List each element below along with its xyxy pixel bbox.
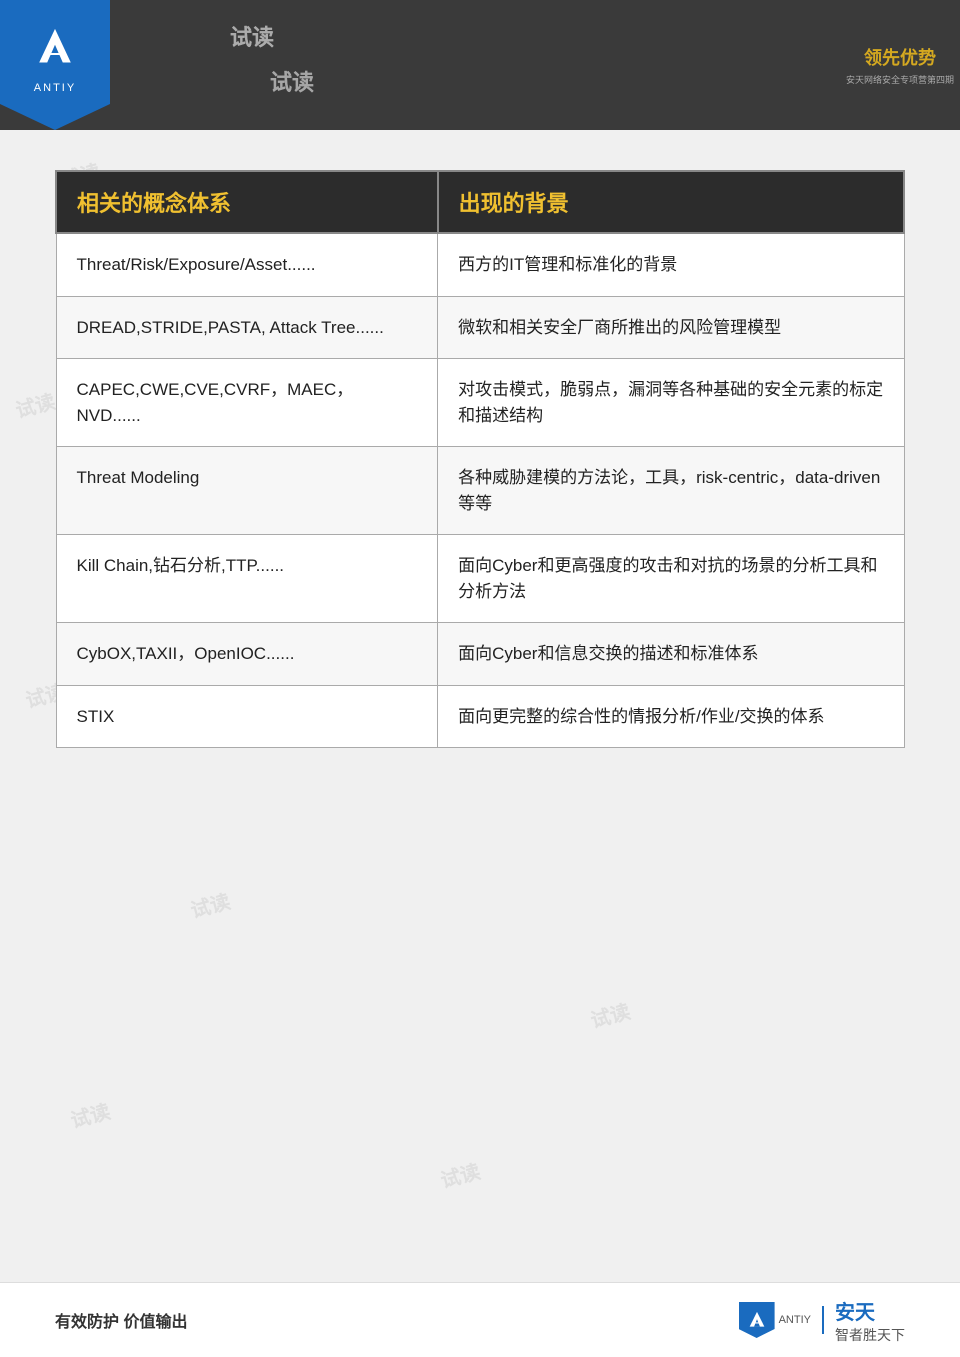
table-cell-concept: STIX xyxy=(56,685,438,748)
header-wm-10: 试读 xyxy=(270,65,314,97)
pwm-10: 试读 xyxy=(587,995,633,1033)
header-brand-top: 领先优势 xyxy=(846,44,954,70)
footer-tagline: 智者胜天下 xyxy=(835,1325,905,1345)
footer-left-text: 有效防护 价值输出 xyxy=(55,1308,187,1332)
header-wm-2: 试读 xyxy=(230,20,274,52)
pwm-11: 试读 xyxy=(67,1095,113,1133)
header-wm-4: 试读 xyxy=(230,20,274,52)
header-wm-8: 试读 xyxy=(270,65,314,97)
logo-icon xyxy=(30,22,80,78)
footer-brand: ANTIY xyxy=(779,1314,811,1326)
table-row: DREAD,STRIDE,PASTA, Attack Tree......微软和… xyxy=(56,296,904,359)
concepts-table: 相关的概念体系 出现的背景 Threat/Risk/Exposure/Asset… xyxy=(55,170,905,748)
table-row: Threat Modeling各种威胁建模的方法论，工具，risk-centri… xyxy=(56,447,904,535)
col1-header: 相关的概念体系 xyxy=(56,171,438,233)
header-wm-11: 试读 xyxy=(270,65,314,97)
table-cell-background: 对攻击模式，脆弱点，漏洞等各种基础的安全元素的标定和描述结构 xyxy=(438,359,904,447)
footer-logo: ANTIY xyxy=(739,1302,811,1338)
header-wm-3: 试读 xyxy=(230,20,274,52)
table-row: Threat/Risk/Exposure/Asset......西方的IT管理和… xyxy=(56,233,904,296)
table-cell-concept: Threat/Risk/Exposure/Asset...... xyxy=(56,233,438,296)
footer-right: ANTIY 安天 智者胜天下 xyxy=(739,1296,905,1345)
header-brand: 领先优势 安天网络安全专项营第四期 xyxy=(840,0,960,130)
main-content: 相关的概念体系 出现的背景 Threat/Risk/Exposure/Asset… xyxy=(0,130,960,768)
footer-logo-icon xyxy=(739,1302,775,1338)
pwm-12: 试读 xyxy=(437,1155,483,1193)
header-brand-bottom: 安天网络安全专项营第四期 xyxy=(846,73,954,86)
footer-divider xyxy=(822,1306,824,1334)
header-watermarks: 试读 试读 试读 试读 试读 试读 试读 试读 试读 试读 试读 xyxy=(110,0,840,130)
table-cell-background: 面向Cyber和信息交换的描述和标准体系 xyxy=(438,623,904,686)
header: ANTIY 试读 试读 试读 试读 试读 试读 试读 试读 试读 试读 试读 领… xyxy=(0,0,960,130)
table-cell-background: 西方的IT管理和标准化的背景 xyxy=(438,233,904,296)
footer: 有效防护 价值输出 ANTIY 安天 智者胜天下 xyxy=(0,1282,960,1357)
table-row: CybOX,TAXII，OpenIOC......面向Cyber和信息交换的描述… xyxy=(56,623,904,686)
table-cell-concept: CybOX,TAXII，OpenIOC...... xyxy=(56,623,438,686)
header-wm-9: 试读 xyxy=(270,65,314,97)
table-cell-background: 面向Cyber和更高强度的攻击和对抗的场景的分析工具和分析方法 xyxy=(438,535,904,623)
header-wm-6: 试读 xyxy=(230,20,274,52)
logo-text: ANTIY xyxy=(34,82,76,94)
logo: ANTIY xyxy=(0,0,110,130)
col2-header: 出现的背景 xyxy=(438,171,904,233)
table-row: Kill Chain,钻石分析,TTP......面向Cyber和更高强度的攻击… xyxy=(56,535,904,623)
table-row: CAPEC,CWE,CVE,CVRF，MAEC，NVD......对攻击模式，脆… xyxy=(56,359,904,447)
table-cell-background: 微软和相关安全厂商所推出的风险管理模型 xyxy=(438,296,904,359)
table-cell-concept: DREAD,STRIDE,PASTA, Attack Tree...... xyxy=(56,296,438,359)
footer-logo-text: 安天 xyxy=(835,1296,875,1325)
pwm-9: 试读 xyxy=(187,885,233,923)
table-row: STIX面向更完整的综合性的情报分析/作业/交换的体系 xyxy=(56,685,904,748)
table-cell-concept: Kill Chain,钻石分析,TTP...... xyxy=(56,535,438,623)
table-cell-background: 各种威胁建模的方法论，工具，risk-centric，data-driven等等 xyxy=(438,447,904,535)
header-wm-5: 试读 xyxy=(230,20,274,52)
table-cell-background: 面向更完整的综合性的情报分析/作业/交换的体系 xyxy=(438,685,904,748)
header-wm-7: 试读 xyxy=(270,65,314,97)
table-cell-concept: Threat Modeling xyxy=(56,447,438,535)
table-cell-concept: CAPEC,CWE,CVE,CVRF，MAEC，NVD...... xyxy=(56,359,438,447)
header-wm-1: 试读 xyxy=(230,20,274,52)
